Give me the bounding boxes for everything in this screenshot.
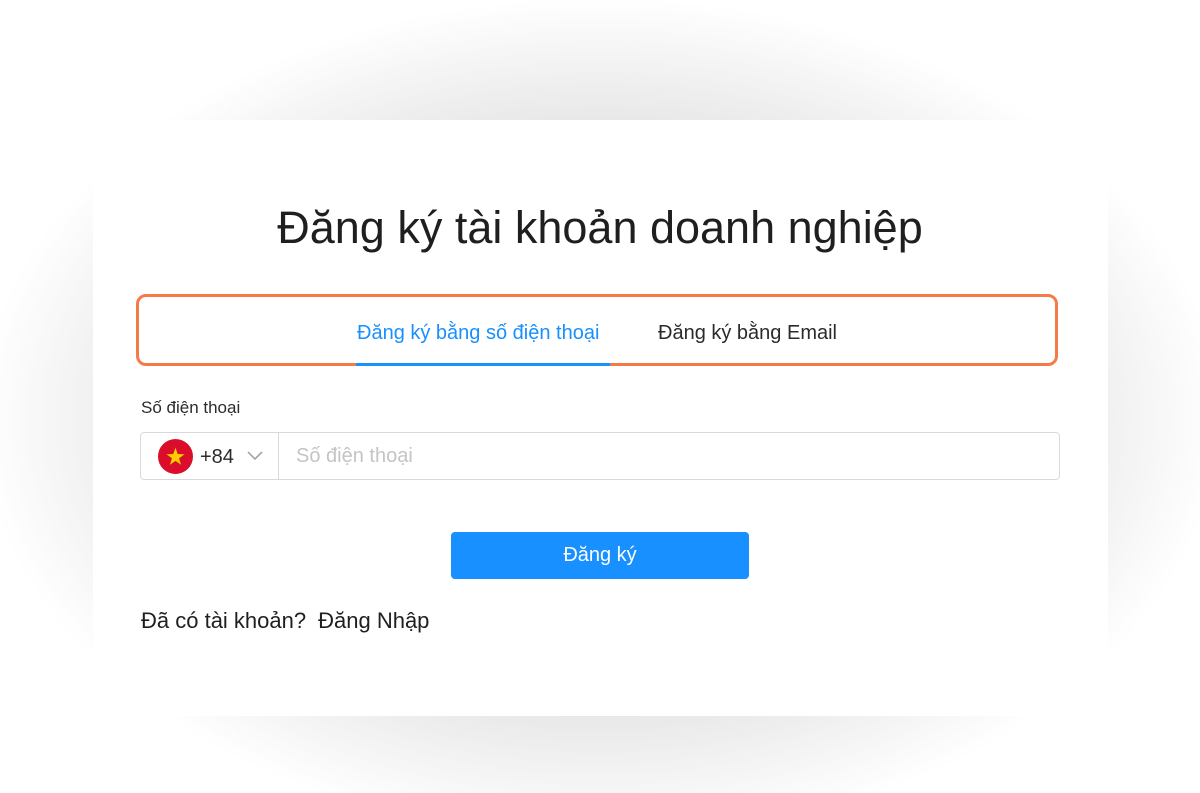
login-prompt: Đã có tài khoản? Đăng Nhập [141,607,429,635]
phone-input-group: +84 [140,432,1060,480]
login-prompt-text: Đã có tài khoản? [141,608,307,633]
phone-field-label: Số điện thoại [141,398,241,417]
tab-phone-registration[interactable]: Đăng ký bằng số điện thoại [357,320,599,346]
register-button[interactable]: Đăng ký [451,532,749,579]
country-code-select[interactable]: +84 [141,433,279,479]
vietnam-flag-icon [158,439,193,474]
page-title: Đăng ký tài khoản doanh nghiệp [277,202,923,253]
phone-number-input[interactable] [279,433,1057,479]
dial-code: +84 [200,446,234,468]
tab-email-registration[interactable]: Đăng ký bằng Email [658,320,837,346]
login-link[interactable]: Đăng Nhập [318,608,429,633]
chevron-down-icon [246,449,264,467]
active-tab-indicator [356,363,610,366]
